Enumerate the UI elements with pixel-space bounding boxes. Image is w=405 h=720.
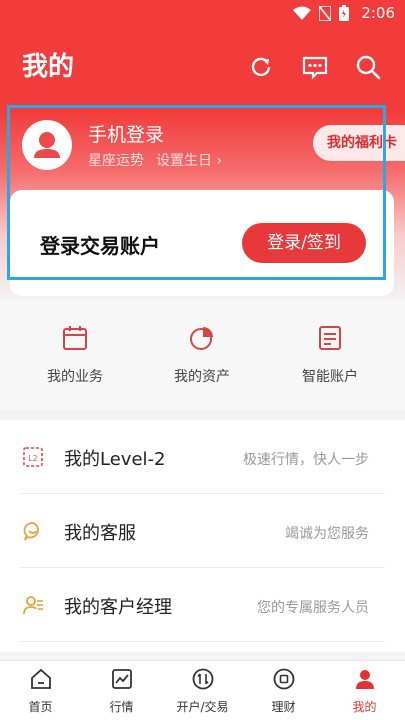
status-time: 2:06 bbox=[361, 4, 395, 22]
document-icon bbox=[319, 326, 341, 350]
person-avatar-icon bbox=[34, 132, 60, 158]
trade-account-card: 登录交易账户 登录/签到 bbox=[10, 190, 394, 296]
home-icon bbox=[30, 668, 51, 689]
phone-login-link[interactable]: 手机登录 bbox=[88, 120, 164, 147]
message-icon[interactable] bbox=[302, 54, 328, 80]
battery-icon bbox=[339, 5, 350, 21]
menu-item-label: 我的Level-2 bbox=[64, 449, 166, 470]
chat-bubble-icon bbox=[23, 522, 39, 541]
menu-item-account-manager[interactable]: 我的客户经理 您的专属服务人员 bbox=[20, 568, 385, 642]
wifi-icon bbox=[293, 6, 312, 20]
person-icon bbox=[355, 670, 374, 689]
chart-icon bbox=[111, 669, 132, 689]
nav-home[interactable]: 首页 bbox=[0, 667, 81, 715]
quick-action-label: 智能账户 bbox=[302, 369, 358, 385]
quick-action-smart-account[interactable]: 智能账户 bbox=[275, 324, 385, 386]
nav-wealth[interactable]: 理财 bbox=[243, 667, 324, 715]
horoscope-link[interactable]: 星座运势 bbox=[88, 150, 144, 170]
menu-item-desc: 您的专属服务人员 bbox=[257, 600, 369, 616]
svg-text:L2: L2 bbox=[28, 454, 38, 463]
menu-item-label: 我的客户经理 bbox=[64, 597, 172, 618]
menu-item-desc: 极速行情，快人一步 bbox=[243, 452, 369, 468]
nav-label: 我的 bbox=[352, 700, 377, 714]
nav-label: 首页 bbox=[28, 700, 53, 714]
menu-list: L2 我的Level-2 极速行情，快人一步 我的客服 竭诚为您服务 我的客户经… bbox=[0, 420, 405, 652]
nav-market[interactable]: 行情 bbox=[81, 667, 162, 715]
finance-icon bbox=[273, 668, 294, 690]
login-signin-button[interactable]: 登录/签到 bbox=[242, 223, 366, 263]
nav-label: 行情 bbox=[109, 700, 134, 714]
menu-item-label: 我的客服 bbox=[64, 523, 136, 544]
pie-chart-icon bbox=[190, 327, 213, 350]
refresh-icon[interactable] bbox=[248, 54, 274, 80]
trade-account-label: 登录交易账户 bbox=[40, 234, 160, 258]
avatar[interactable] bbox=[22, 120, 72, 170]
nav-open-trade[interactable]: 开户/交易 bbox=[162, 667, 243, 715]
manager-icon bbox=[23, 596, 43, 615]
quick-action-my-business[interactable]: 我的业务 bbox=[20, 324, 130, 386]
title-bar: 我的 bbox=[0, 40, 405, 90]
nav-mine[interactable]: 我的 bbox=[324, 667, 405, 715]
menu-item-level2[interactable]: L2 我的Level-2 极速行情，快人一步 bbox=[20, 420, 385, 494]
calendar-icon bbox=[63, 326, 87, 350]
quick-action-label: 我的业务 bbox=[47, 369, 103, 385]
quick-actions: 我的业务 我的资产 智能账户 bbox=[0, 300, 405, 410]
status-bar: 2:06 bbox=[0, 0, 405, 30]
nav-label: 理财 bbox=[271, 700, 296, 714]
no-sim-icon bbox=[319, 5, 332, 21]
menu-item-customer-service[interactable]: 我的客服 竭诚为您服务 bbox=[20, 494, 385, 568]
set-birthday-link[interactable]: 设置生日 › bbox=[156, 150, 222, 170]
welfare-card-tab[interactable]: 我的福利卡 bbox=[313, 125, 405, 161]
nav-label: 开户/交易 bbox=[176, 700, 229, 714]
quick-action-label: 我的资产 bbox=[174, 369, 230, 385]
trade-icon bbox=[192, 668, 213, 690]
menu-item-desc: 竭诚为您服务 bbox=[285, 526, 369, 542]
search-icon[interactable] bbox=[355, 54, 381, 80]
level2-icon: L2 bbox=[23, 447, 43, 467]
page-title: 我的 bbox=[22, 52, 75, 82]
quick-action-my-assets[interactable]: 我的资产 bbox=[147, 324, 257, 386]
bottom-nav: 首页 行情 开户/交易 理财 我的 bbox=[0, 660, 405, 720]
